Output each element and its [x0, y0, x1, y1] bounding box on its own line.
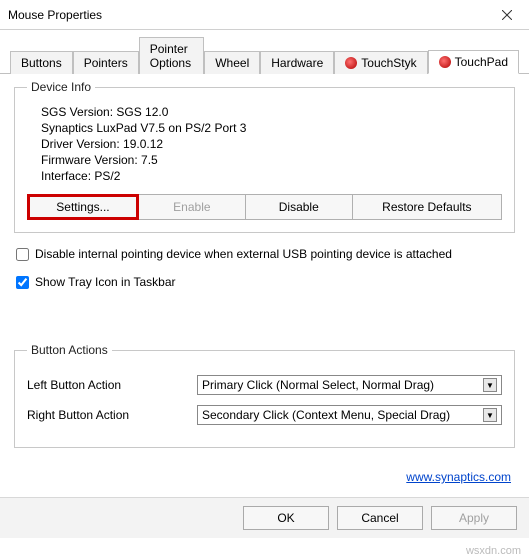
enable-button[interactable]: Enable: [139, 194, 246, 220]
tray-icon-checkbox[interactable]: [16, 276, 29, 289]
tab-hardware[interactable]: Hardware: [260, 51, 334, 74]
left-button-dropdown[interactable]: Primary Click (Normal Select, Normal Dra…: [197, 375, 502, 395]
restore-defaults-button[interactable]: Restore Defaults: [353, 194, 502, 220]
tab-label: TouchStyk: [361, 56, 416, 70]
sgs-version: SGS Version: SGS 12.0: [41, 104, 502, 120]
chevron-down-icon: ▼: [483, 408, 497, 422]
spacer: [14, 303, 515, 343]
synaptics-icon: [345, 57, 357, 69]
link-row: www.synaptics.com: [14, 458, 515, 488]
right-button-value: Secondary Click (Context Menu, Special D…: [202, 408, 450, 422]
tray-icon-label: Show Tray Icon in Taskbar: [35, 275, 176, 289]
apply-button[interactable]: Apply: [431, 506, 517, 530]
settings-button[interactable]: Settings...: [27, 194, 139, 220]
disable-internal-label: Disable internal pointing device when ex…: [35, 247, 452, 261]
button-actions-legend: Button Actions: [27, 343, 112, 357]
interface: Interface: PS/2: [41, 168, 502, 184]
tab-label: Pointer Options: [150, 42, 193, 70]
ok-button[interactable]: OK: [243, 506, 329, 530]
cancel-button[interactable]: Cancel: [337, 506, 423, 530]
tab-label: Buttons: [21, 56, 62, 70]
disable-button[interactable]: Disable: [246, 194, 353, 220]
tray-icon-row[interactable]: Show Tray Icon in Taskbar: [16, 275, 513, 289]
title-bar: Mouse Properties: [0, 0, 529, 30]
tab-label: Pointers: [84, 56, 128, 70]
tab-touchpad[interactable]: TouchPad: [428, 50, 519, 74]
driver-version: Driver Version: 19.0.12: [41, 136, 502, 152]
disable-internal-row[interactable]: Disable internal pointing device when ex…: [16, 247, 513, 261]
tab-label: TouchPad: [455, 55, 508, 69]
firmware-version: Firmware Version: 7.5: [41, 152, 502, 168]
device-info-lines: SGS Version: SGS 12.0 Synaptics LuxPad V…: [41, 104, 502, 184]
tab-strip: Buttons Pointers Pointer Options Wheel H…: [0, 30, 529, 74]
left-button-label: Left Button Action: [27, 378, 187, 392]
synaptics-icon: [439, 56, 451, 68]
tab-buttons[interactable]: Buttons: [10, 51, 73, 74]
tab-pointer-options[interactable]: Pointer Options: [139, 37, 204, 74]
button-actions-group: Button Actions Left Button Action Primar…: [14, 343, 515, 448]
device-model: Synaptics LuxPad V7.5 on PS/2 Port 3: [41, 120, 502, 136]
window-title: Mouse Properties: [8, 8, 102, 22]
close-button[interactable]: [484, 0, 529, 30]
right-button-label: Right Button Action: [27, 408, 187, 422]
tab-pointers[interactable]: Pointers: [73, 51, 139, 74]
chevron-down-icon: ▼: [483, 378, 497, 392]
tab-wheel[interactable]: Wheel: [204, 51, 260, 74]
right-button-dropdown[interactable]: Secondary Click (Context Menu, Special D…: [197, 405, 502, 425]
tab-label: Hardware: [271, 56, 323, 70]
close-icon: [502, 10, 512, 20]
device-button-row: Settings... Enable Disable Restore Defau…: [27, 194, 502, 220]
synaptics-link[interactable]: www.synaptics.com: [406, 470, 511, 484]
right-button-row: Right Button Action Secondary Click (Con…: [27, 405, 502, 425]
device-info-legend: Device Info: [27, 80, 95, 94]
device-info-group: Device Info SGS Version: SGS 12.0 Synapt…: [14, 80, 515, 233]
disable-internal-checkbox[interactable]: [16, 248, 29, 261]
dialog-footer: OK Cancel Apply: [0, 497, 529, 538]
watermark: wsxdn.com: [466, 545, 521, 557]
tab-touchstyk[interactable]: TouchStyk: [334, 51, 427, 74]
tab-label: Wheel: [215, 56, 249, 70]
tab-content: Device Info SGS Version: SGS 12.0 Synapt…: [0, 74, 529, 488]
left-button-value: Primary Click (Normal Select, Normal Dra…: [202, 378, 434, 392]
left-button-row: Left Button Action Primary Click (Normal…: [27, 375, 502, 395]
